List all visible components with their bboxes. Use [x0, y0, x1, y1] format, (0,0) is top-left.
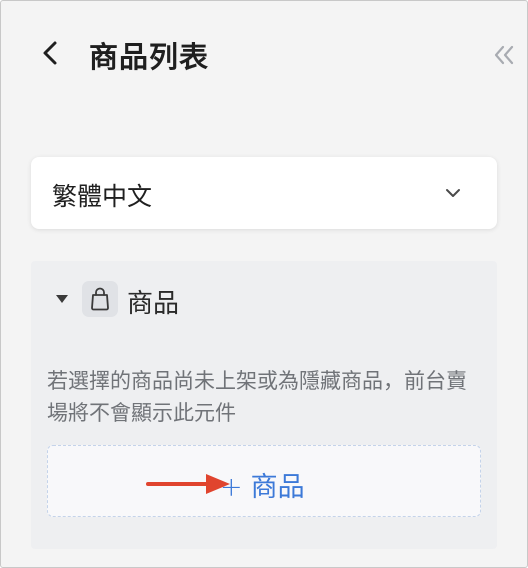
caret-down-icon [56, 295, 68, 303]
product-section-header[interactable]: 商品 [31, 261, 497, 337]
product-visibility-note: 若選擇的商品尚未上架或為隱藏商品，前台賣場將不會顯示此元件 [47, 369, 467, 425]
panel-frame: 商品列表 繁體中文 商品 若選擇的商品尚未上架或為隱藏商品，前台賣場將不會顯示此… [0, 0, 528, 568]
language-select-value: 繁體中文 [52, 182, 153, 211]
add-product-label: 商品 [250, 472, 305, 503]
page-title: 商品列表 [89, 40, 210, 74]
double-chevron-left-icon [494, 45, 514, 65]
collapse-panel-button[interactable] [491, 41, 517, 69]
chevron-down-icon [446, 189, 460, 197]
add-product-button[interactable]: + 商品 [47, 445, 481, 517]
shopping-bag-icon [91, 287, 109, 311]
chevron-left-icon [43, 41, 57, 65]
language-select[interactable]: 繁體中文 [31, 157, 497, 229]
product-section-title: 商品 [127, 289, 180, 319]
back-button[interactable] [37, 35, 67, 71]
annotation-arrow-icon [146, 474, 230, 494]
product-section: 商品 若選擇的商品尚未上架或為隱藏商品，前台賣場將不會顯示此元件 + 商品 [31, 261, 497, 549]
shopping-bag-icon-box [82, 281, 118, 317]
